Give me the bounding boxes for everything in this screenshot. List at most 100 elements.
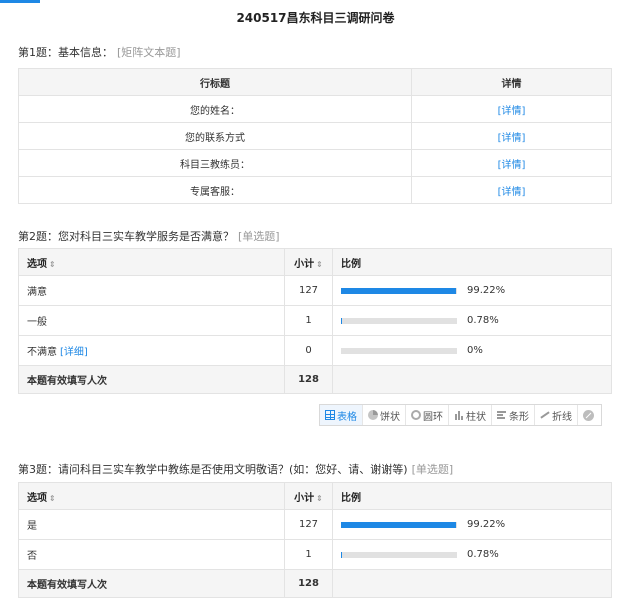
ratio-bar-track	[341, 551, 457, 558]
line-chart-icon	[540, 410, 550, 420]
q2-heading: 第2题：您对科目三实车教学服务是否满意？ 单选题	[18, 228, 280, 244]
top-accent-strip	[0, 0, 40, 3]
q1-type: 矩阵文本题	[117, 46, 181, 59]
chart-type-bar-button[interactable]: 条形	[492, 405, 535, 425]
ratio-percent: 0.78%	[467, 314, 499, 326]
chart-type-line-button[interactable]: 折线	[535, 405, 578, 425]
chart-type-pie-button[interactable]: 饼状	[363, 405, 406, 425]
q1-detail-link[interactable]: 详情	[411, 176, 612, 204]
q2-ratio-cell: 0%	[332, 335, 612, 366]
q2-option: 满意	[18, 275, 285, 306]
ring-chart-icon	[411, 410, 421, 420]
q3-count: 1	[284, 539, 333, 570]
q2-detail-link[interactable]: 详细	[60, 347, 88, 358]
ratio-bar-fill	[341, 317, 342, 324]
q1-detail-link[interactable]: 详情	[411, 149, 612, 177]
q1-col-label: 行标题	[18, 68, 412, 96]
q1-detail-link-text[interactable]: 详情	[498, 160, 526, 171]
q3-count: 127	[284, 509, 333, 540]
q3-type: 单选题	[412, 463, 454, 476]
table-row: 科目三教练员： 详情	[18, 149, 612, 177]
bar-chart-icon	[497, 410, 507, 420]
q3-heading-text: 第3题：请问科目三实车教学中教练是否使用文明敬语？(如：您好、请、谢谢等)	[18, 463, 408, 476]
column-chart-icon	[454, 410, 464, 420]
sort-arrows-icon[interactable]: ⇕	[49, 260, 56, 269]
table-row: 您的姓名： 详情	[18, 95, 612, 123]
table-row: 否 1 0.78%	[18, 539, 612, 570]
sort-arrows-icon[interactable]: ⇕	[316, 260, 323, 269]
pie-chart-icon	[368, 410, 378, 420]
q3-option: 是	[18, 509, 285, 540]
q1-detail-link-text[interactable]: 详情	[498, 187, 526, 198]
sort-arrows-icon[interactable]: ⇕	[316, 494, 323, 503]
sort-arrows-icon[interactable]: ⇕	[49, 494, 56, 503]
q2-col-option-label: 选项	[27, 258, 47, 270]
ratio-percent: 0%	[467, 344, 483, 356]
table-row: 是 127 99.22%	[18, 509, 612, 540]
chart-type-toolbar: 表格 饼状 圆环 柱状 条形 折线	[319, 404, 602, 426]
q2-count: 1	[284, 305, 333, 336]
table-row: 满意 127 99.22%	[18, 275, 612, 306]
ratio-bar-track	[341, 347, 457, 354]
table-row: 您的联系方式 详情	[18, 122, 612, 150]
chart-type-label: 饼状	[380, 411, 400, 423]
chart-type-ring-button[interactable]: 圆环	[406, 405, 449, 425]
q2-header-row: 选项 ⇕ 小计 ⇕ 比例	[18, 248, 612, 276]
ratio-bar-track	[341, 521, 457, 528]
q2-col-count[interactable]: 小计 ⇕	[284, 248, 333, 276]
q1-col-detail: 详情	[411, 68, 612, 96]
ratio-percent: 0.78%	[467, 548, 499, 560]
ratio-bar-fill	[341, 521, 457, 528]
chart-type-label: 折线	[552, 411, 572, 423]
chart-type-label: 柱状	[466, 411, 486, 423]
q2-count: 0	[284, 335, 333, 366]
q3-col-count[interactable]: 小计 ⇕	[284, 482, 333, 510]
q1-matrix-table: 行标题 详情 您的姓名： 详情 您的联系方式 详情 科目三教练员： 详情 专属客…	[18, 68, 612, 204]
ratio-bar-track	[341, 317, 457, 324]
q3-total-empty	[332, 569, 612, 598]
q2-total-label: 本题有效填写人次	[18, 365, 285, 394]
q1-row-label: 科目三教练员：	[18, 149, 412, 177]
table-row: 一般 1 0.78%	[18, 305, 612, 336]
table-row: 不满意详细 0 0%	[18, 335, 612, 366]
q1-detail-link-text[interactable]: 详情	[498, 106, 526, 117]
chart-type-label: 圆环	[423, 411, 443, 423]
q3-col-option-label: 选项	[27, 492, 47, 504]
q3-total-label: 本题有效填写人次	[18, 569, 285, 598]
q2-col-ratio: 比例	[332, 248, 612, 276]
chart-disable-button[interactable]	[578, 405, 601, 425]
q2-col-count-label: 小计	[294, 258, 315, 270]
q3-ratio-cell: 0.78%	[332, 539, 612, 570]
q3-col-option[interactable]: 选项 ⇕	[18, 482, 285, 510]
q2-heading-text: 第2题：您对科目三实车教学服务是否满意？	[18, 230, 234, 243]
q1-detail-link-text[interactable]: 详情	[498, 133, 526, 144]
q1-detail-link[interactable]: 详情	[411, 122, 612, 150]
chart-type-column-button[interactable]: 柱状	[449, 405, 492, 425]
q2-total: 128	[284, 365, 333, 394]
survey-title: 240517昌东科目三调研问卷	[236, 11, 395, 25]
q2-col-option[interactable]: 选项 ⇕	[18, 248, 285, 276]
q2-option-cell: 不满意详细	[18, 335, 285, 366]
q3-header-row: 选项 ⇕ 小计 ⇕ 比例	[18, 482, 612, 510]
chart-type-label: 条形	[509, 411, 529, 423]
ratio-bar-track	[341, 287, 457, 294]
q3-option: 否	[18, 539, 285, 570]
ratio-percent: 99.22%	[467, 284, 506, 296]
chart-type-label: 表格	[337, 411, 357, 423]
disable-icon	[583, 409, 594, 421]
q2-total-row: 本题有效填写人次 128	[18, 365, 612, 394]
q1-row-label: 您的联系方式	[18, 122, 412, 150]
q2-total-empty	[332, 365, 612, 394]
ratio-bar-fill	[341, 551, 342, 558]
q3-result-table: 选项 ⇕ 小计 ⇕ 比例 是 127 99.22% 否 1 0.78% 本题有效填写…	[18, 482, 612, 598]
q2-option: 不满意	[27, 347, 57, 358]
q3-ratio-cell: 99.22%	[332, 509, 612, 540]
ratio-bar-fill	[341, 287, 457, 294]
q2-ratio-cell: 99.22%	[332, 275, 612, 306]
ratio-percent: 99.22%	[467, 518, 506, 530]
q2-ratio-cell: 0.78%	[332, 305, 612, 336]
q1-detail-link[interactable]: 详情	[411, 95, 612, 123]
chart-type-table-button[interactable]: 表格	[320, 405, 363, 425]
q3-col-ratio: 比例	[332, 482, 612, 510]
q1-heading: 第1题：基本信息： 矩阵文本题	[18, 44, 181, 60]
